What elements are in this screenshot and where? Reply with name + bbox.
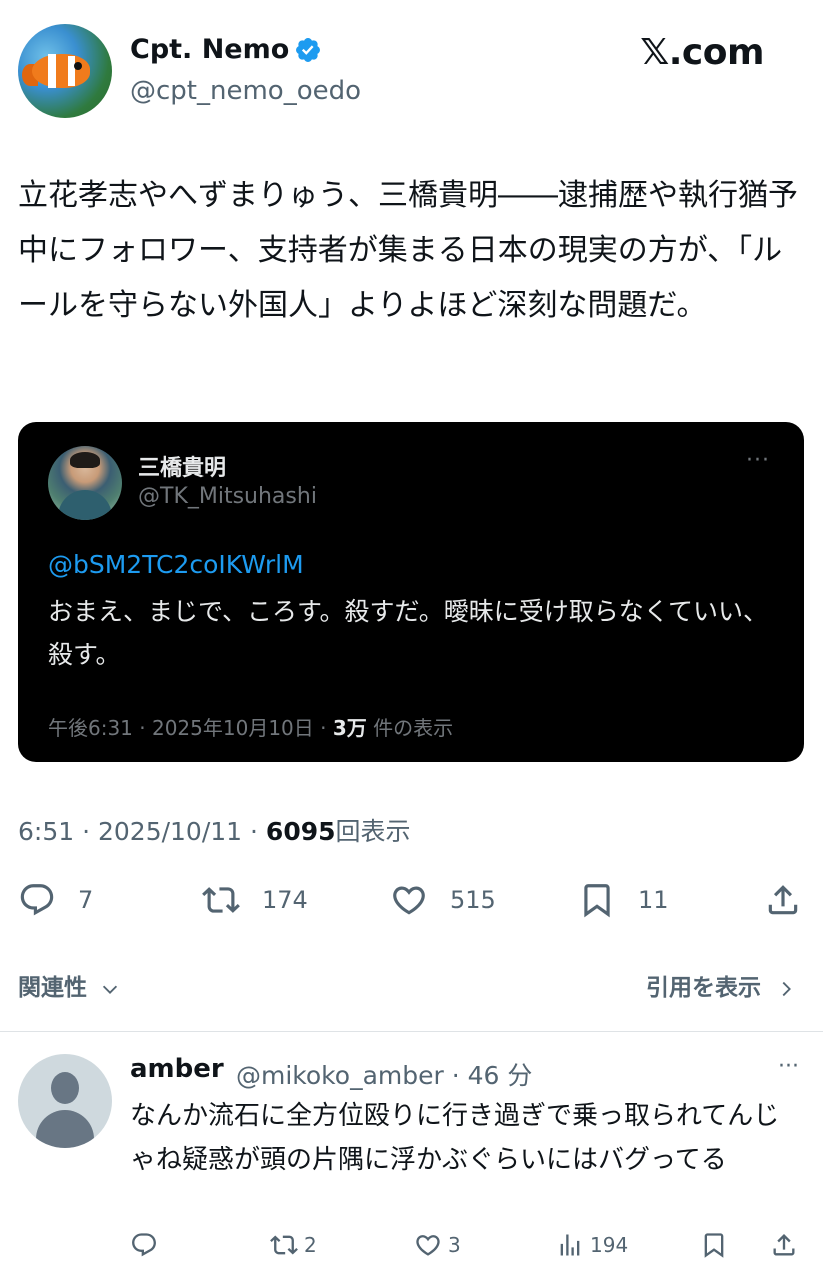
sort-label: 関連性 [18, 975, 87, 1001]
views-chart-icon [560, 1234, 580, 1256]
repost-count: 174 [262, 886, 308, 914]
repost-icon [202, 887, 240, 913]
reply-icon [132, 1233, 156, 1257]
post-time[interactable]: 6:51 · 2025/10/11 · [18, 817, 266, 846]
action-bar: 7 174 515 11 [18, 876, 808, 924]
author-avatar[interactable] [18, 24, 112, 118]
chevron-right-icon [782, 981, 791, 996]
quoted-tweet-views-count: 3万 [332, 716, 367, 740]
quoted-author-handle[interactable]: @TK_Mitsuhashi [138, 484, 317, 509]
post-views-count: 6095 [265, 817, 336, 846]
mention-link[interactable]: @bSM2TC2coIKWrlM [48, 550, 304, 579]
like-count: 515 [450, 886, 496, 914]
quoted-tweet-card[interactable]: 三橋貴明 @TK_Mitsuhashi ··· @bSM2TC2coIKWrlM… [18, 422, 804, 762]
reply-views-count: 194 [590, 1233, 629, 1257]
bookmark-icon [584, 884, 610, 918]
x-logo: 𝕏.com [640, 32, 764, 73]
reply-like-count: 3 [448, 1233, 461, 1257]
author-name[interactable]: Cpt. Nemo [130, 34, 289, 65]
reply-share-button[interactable] [770, 1228, 798, 1262]
share-icon [773, 1234, 795, 1256]
share-button[interactable] [764, 876, 802, 924]
reply-button[interactable]: 7 [18, 876, 93, 924]
quoted-tweet-meta: 午後6:31 · 2025年10月10日 · 3万 件の表示 [48, 712, 453, 741]
quoted-tweet-views-label: 件の表示 [366, 716, 454, 740]
reply-author-avatar[interactable] [18, 1054, 112, 1148]
view-quotes-label: 引用を表示 [645, 975, 761, 1001]
reply-count: 7 [78, 886, 94, 914]
tweet-text: 立花孝志やへずまりゅう、三橋貴明――逮捕歴や執行猶予中にフォロワー、支持者が集ま… [18, 178, 798, 323]
chevron-down-icon [102, 985, 118, 994]
heart-icon [393, 886, 425, 915]
more-options-icon[interactable]: ··· [746, 448, 770, 473]
like-button[interactable]: 515 [390, 876, 496, 924]
post-views-label: 回表示 [335, 817, 411, 846]
repost-button[interactable]: 174 [202, 876, 308, 924]
more-options-icon[interactable]: ··· [778, 1054, 799, 1079]
bookmark-count: 11 [638, 886, 669, 914]
reply-views-button[interactable]: 194 [556, 1228, 628, 1262]
bookmark-icon [704, 1233, 724, 1258]
reply-action-bar: 2 3 194 [130, 1228, 800, 1262]
reply-author-handle[interactable]: @mikoko_amber · 46 分 [236, 1056, 532, 1092]
quoted-author-avatar[interactable] [48, 446, 122, 520]
bookmark-button[interactable]: 11 [578, 876, 669, 924]
reply-reply-button[interactable] [130, 1228, 158, 1262]
reply-text: なんか流石に全方位殴りに行き過ぎで乗っ取られてんじゃね疑惑が頭の片隅に浮かぶぐら… [130, 1101, 780, 1175]
post-meta: 6:51 · 2025/10/11 · 6095回表示 [18, 812, 411, 848]
view-quotes-link[interactable]: 引用を表示 [646, 968, 797, 1002]
heart-icon [416, 1235, 440, 1256]
share-icon [768, 885, 798, 915]
repost-icon [270, 1235, 298, 1255]
reply-bookmark-button[interactable] [700, 1228, 728, 1262]
reply-author-name[interactable]: amber [130, 1054, 224, 1084]
reply-repost-count: 2 [304, 1233, 317, 1257]
quoted-tweet-time: 午後6:31 · 2025年10月10日 · [48, 716, 333, 740]
sort-relevance-dropdown[interactable]: 関連性 [18, 968, 121, 1002]
reply-icon [20, 884, 54, 916]
reply-tweet[interactable]: amber @mikoko_amber · 46 分 ··· なんか流石に全方位… [0, 1032, 823, 1280]
verified-badge-icon [296, 38, 320, 62]
author-handle[interactable]: @cpt_nemo_oedo [130, 76, 361, 106]
quoted-author-name[interactable]: 三橋貴明 [138, 450, 226, 482]
reply-like-button[interactable]: 3 [414, 1228, 461, 1262]
quoted-tweet-text: おまえ、まじで、ころす。殺すだ。曖昧に受け取らなくていい、殺す。 [48, 597, 769, 669]
reply-repost-button[interactable]: 2 [270, 1228, 317, 1262]
tweet-header: Cpt. Nemo @cpt_nemo_oedo 𝕏.com [18, 24, 808, 120]
